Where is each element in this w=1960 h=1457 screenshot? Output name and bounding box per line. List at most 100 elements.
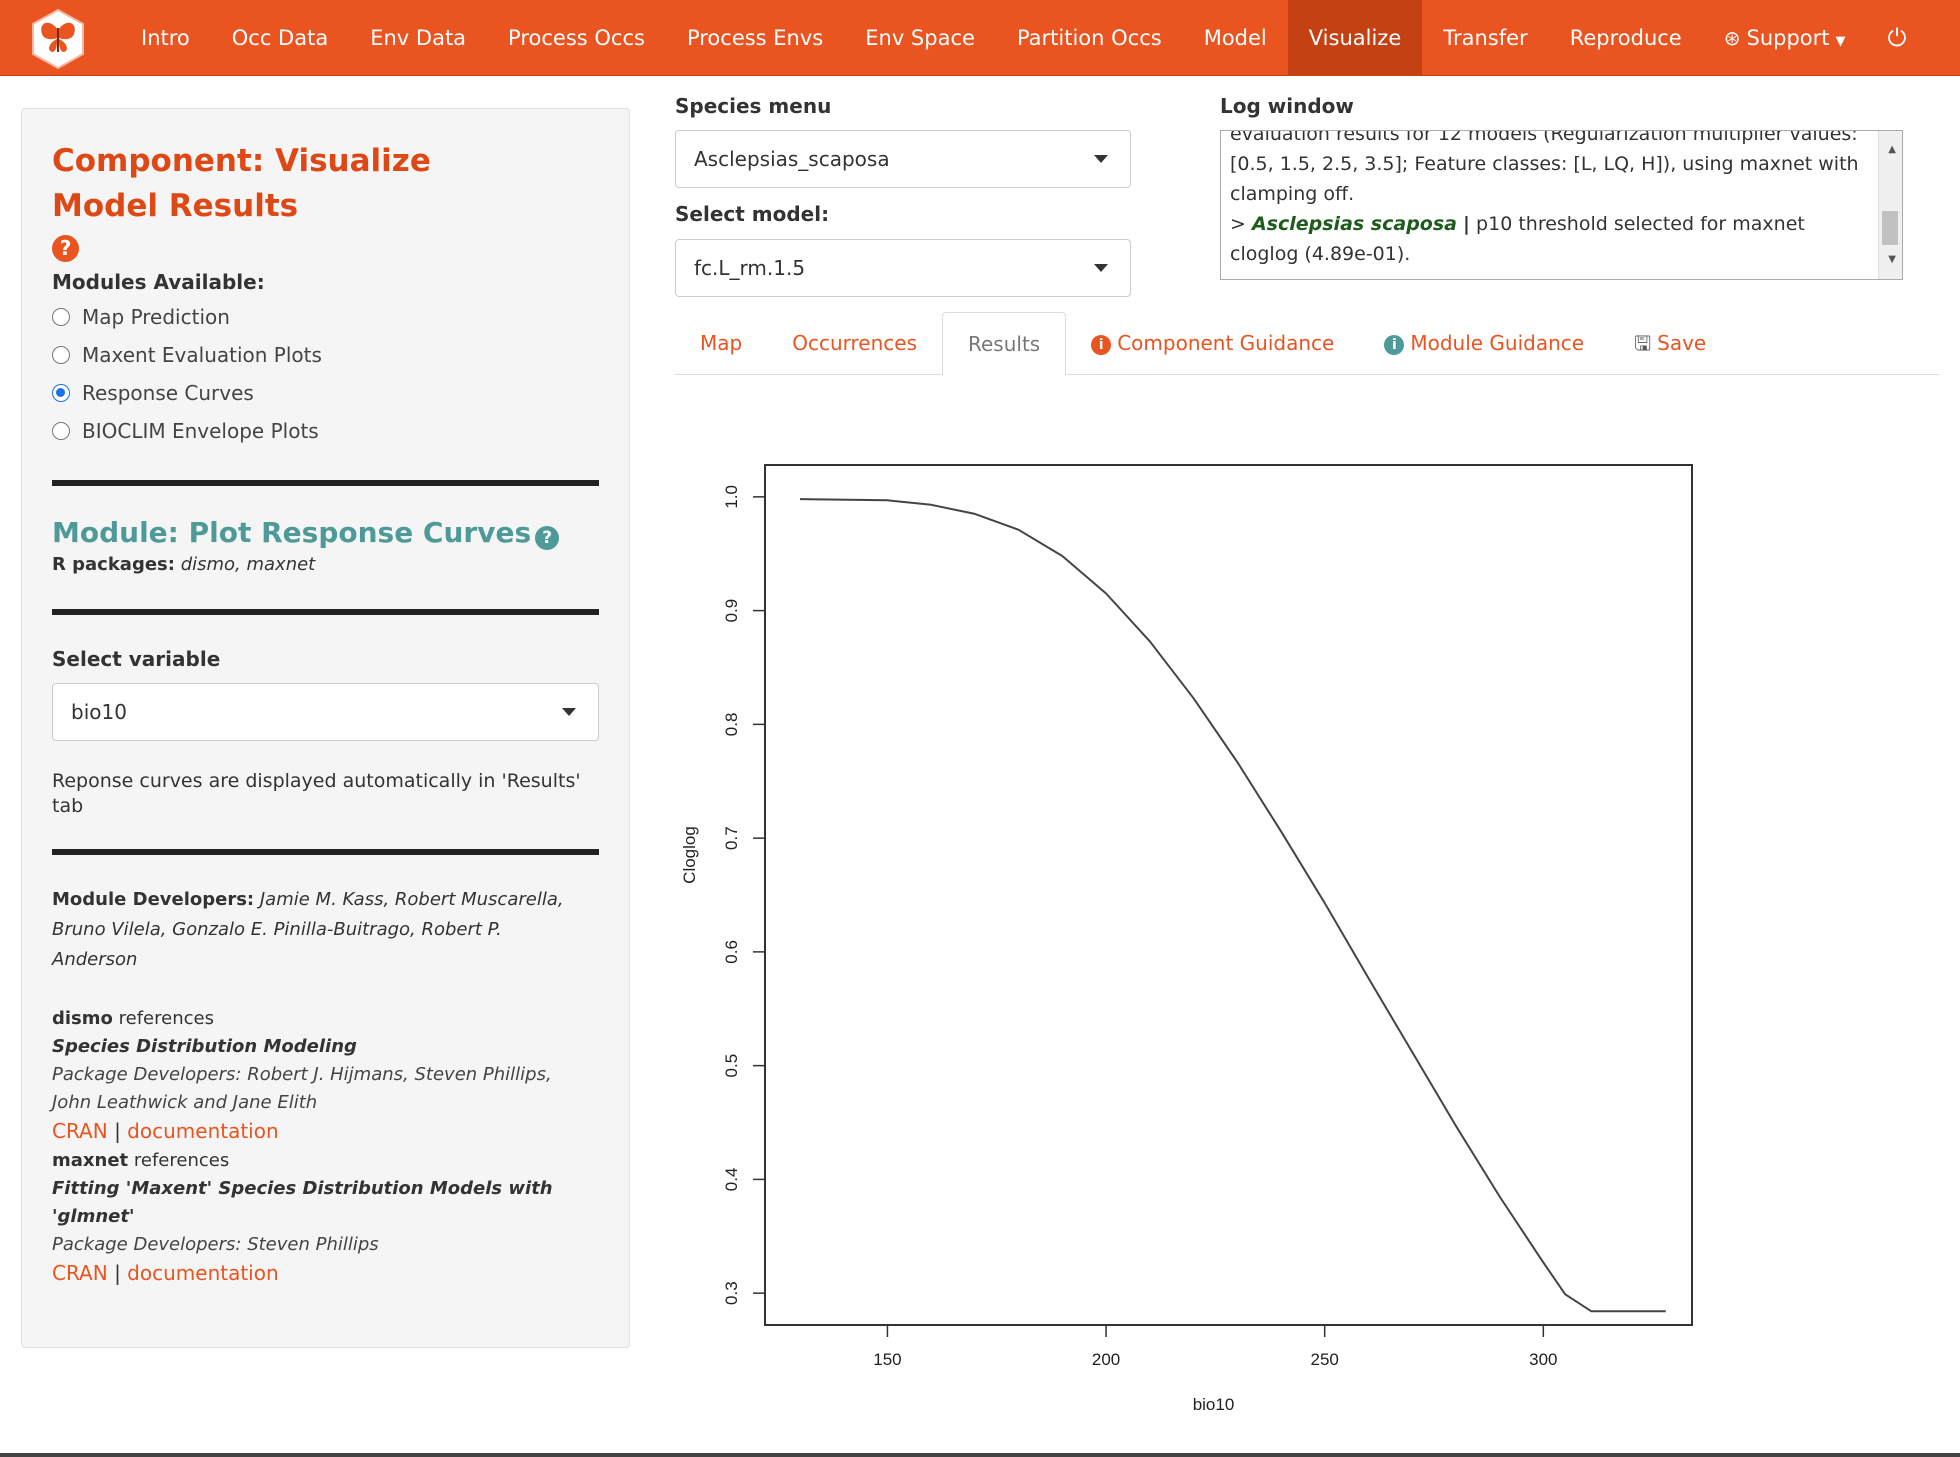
tab-results[interactable]: Results: [941, 312, 1067, 376]
nav-occ-data[interactable]: Occ Data: [211, 0, 349, 76]
component-help-icon[interactable]: ?: [52, 235, 79, 262]
response-curve-plot: 150 200 250 300 0.3 0.4 0.5 0.6 0.7 0.8 0.9 1.0 bio1…: [675, 440, 1725, 1420]
module-option-label: Maxent Evaluation Plots: [82, 343, 322, 367]
nav-support-dropdown[interactable]: ⊛ Support ▼: [1703, 0, 1867, 76]
log-separator: |: [1463, 213, 1470, 235]
radio-button[interactable]: [52, 308, 70, 326]
nav-reproduce[interactable]: Reproduce: [1549, 0, 1703, 76]
y-tick-label: 0.7: [722, 826, 741, 850]
results-tabs: Map Occurrences Results i Component Guida…: [675, 312, 1939, 376]
tab-label: Module Guidance: [1410, 331, 1585, 355]
y-tick-label: 0.6: [722, 940, 741, 964]
x-tick-label: 200: [1092, 1350, 1120, 1369]
tab-label: Save: [1657, 331, 1707, 355]
y-tick-label: 0.3: [722, 1281, 741, 1305]
x-tick-label: 300: [1529, 1350, 1557, 1369]
maxnet-references: maxnet references Fitting 'Maxent' Speci…: [52, 1147, 592, 1287]
info-icon: i: [1384, 335, 1405, 355]
x-axis-label: bio10: [1193, 1395, 1235, 1414]
nav-model[interactable]: Model: [1183, 0, 1288, 76]
nav-env-space[interactable]: Env Space: [844, 0, 996, 76]
radio-button[interactable]: [52, 422, 70, 440]
response-curve-line: [799, 498, 1666, 1313]
log-scrollbar[interactable]: ▲ ▼: [1878, 131, 1902, 279]
nav-visualize[interactable]: Visualize: [1287, 0, 1423, 76]
module-option-bioclim-envelope-plots[interactable]: BIOCLIM Envelope Plots: [52, 412, 599, 450]
window-bottom-edge: [0, 1453, 1960, 1457]
ref-title: Fitting 'Maxent' Species Distribution Mo…: [52, 1177, 553, 1227]
nav-intro[interactable]: Intro: [120, 0, 211, 76]
radio-button[interactable]: [52, 346, 70, 364]
wallace-logo[interactable]: [30, 8, 86, 70]
select-variable-dropdown[interactable]: bio10: [52, 682, 599, 741]
select-model-value: fc.L_rm.1.5: [694, 256, 806, 280]
radio-button-selected[interactable]: [52, 384, 70, 402]
log-prompt: >: [1230, 213, 1246, 235]
power-icon[interactable]: ⏻: [1867, 0, 1928, 76]
module-option-map-prediction[interactable]: Map Prediction: [52, 298, 599, 336]
y-tick-label: 0.4: [722, 1168, 741, 1192]
ref-developers: Package Developers: Robert J. Hijmans, S…: [52, 1063, 552, 1113]
caret-down-icon: ▼: [1835, 34, 1846, 49]
tab-component-guidance[interactable]: i Component Guidance: [1066, 312, 1359, 375]
nav-env-data[interactable]: Env Data: [349, 0, 487, 76]
ref-suffix: references: [133, 1149, 230, 1171]
tab-module-guidance[interactable]: i Module Guidance: [1359, 312, 1609, 375]
select-model-dropdown[interactable]: fc.L_rm.1.5: [675, 239, 1131, 297]
ref-title: Species Distribution Modeling: [52, 1035, 357, 1057]
r-packages-label: R packages:: [52, 553, 175, 575]
r-packages-line: R packages: dismo, maxnet: [52, 554, 599, 575]
documentation-link[interactable]: documentation: [127, 1119, 278, 1143]
select-model-label: Select model:: [675, 202, 830, 226]
tab-map[interactable]: Map: [675, 312, 767, 375]
section-divider: [52, 608, 599, 615]
scroll-up-icon[interactable]: ▲: [1888, 135, 1896, 165]
module-option-response-curves[interactable]: Response Curves: [52, 374, 599, 412]
module-option-maxent-evaluation-plots[interactable]: Maxent Evaluation Plots: [52, 336, 599, 374]
documentation-link[interactable]: documentation: [127, 1261, 278, 1285]
scroll-down-icon[interactable]: ▼: [1888, 245, 1896, 275]
y-tick-label: 0.8: [722, 713, 741, 737]
link-separator: |: [114, 1260, 121, 1285]
y-tick-label: 1.0: [722, 485, 741, 509]
nav-process-occs[interactable]: Process Occs: [487, 0, 666, 76]
nav-process-envs[interactable]: Process Envs: [666, 0, 844, 76]
species-menu-label: Species menu: [675, 94, 832, 118]
ref-developers: Package Developers: Steven Phillips: [52, 1233, 379, 1255]
log-species-name: Asclepsias scaposa: [1251, 213, 1457, 235]
species-menu-dropdown[interactable]: Asclepsias_scaposa: [675, 130, 1131, 188]
lifebuoy-icon: ⊛: [1723, 26, 1741, 50]
dropdown-arrow-icon: [1094, 264, 1108, 272]
log-entry: > Asclepsias scaposa | p10 threshold sel…: [1230, 209, 1862, 269]
y-tick-label: 0.9: [722, 599, 741, 623]
module-developers: Module Developers: Jamie M. Kass, Robert…: [52, 885, 592, 975]
response-curve-chart: 150 200 250 300 0.3 0.4 0.5 0.6 0.7 0.8 0.9 1.0 bio1…: [680, 464, 1693, 1414]
component-title: Component: Visualize Model Results: [52, 143, 431, 224]
floppy-disk-icon: 🖫: [1634, 331, 1652, 355]
module-help-icon[interactable]: ?: [535, 525, 560, 550]
cran-link[interactable]: CRAN: [52, 1119, 108, 1143]
tab-save[interactable]: 🖫 Save: [1609, 312, 1731, 375]
scrollbar-thumb[interactable]: [1882, 211, 1898, 245]
top-navbar: Intro Occ Data Env Data Process Occs Pro…: [0, 0, 1960, 76]
module-option-label: Response Curves: [82, 381, 254, 405]
nav-support-label: Support: [1746, 26, 1830, 50]
dropdown-arrow-icon: [562, 707, 576, 716]
link-separator: |: [114, 1118, 121, 1143]
nav-transfer[interactable]: Transfer: [1422, 0, 1548, 76]
dropdown-arrow-icon: [1094, 155, 1108, 163]
modules-available-label: Modules Available:: [52, 270, 265, 294]
x-tick-label: 250: [1311, 1350, 1339, 1369]
y-tick-label: 0.5: [722, 1054, 741, 1078]
sidebar-panel: Component: Visualize Model Results ? Mod…: [21, 108, 630, 1348]
select-variable-value: bio10: [71, 699, 127, 724]
tab-occurrences[interactable]: Occurrences: [767, 312, 942, 375]
r-packages-list: dismo, maxnet: [180, 553, 316, 575]
nav-partition-occs[interactable]: Partition Occs: [996, 0, 1183, 76]
log-window[interactable]: evaluation results for 12 models (Regula…: [1220, 130, 1903, 280]
nav-menu: Intro Occ Data Env Data Process Occs Pro…: [120, 0, 1928, 76]
info-icon: i: [1091, 335, 1112, 355]
module-option-label: Map Prediction: [82, 305, 230, 329]
modules-radio-group: Map Prediction Maxent Evaluation Plots R…: [52, 298, 599, 450]
cran-link[interactable]: CRAN: [52, 1261, 108, 1285]
